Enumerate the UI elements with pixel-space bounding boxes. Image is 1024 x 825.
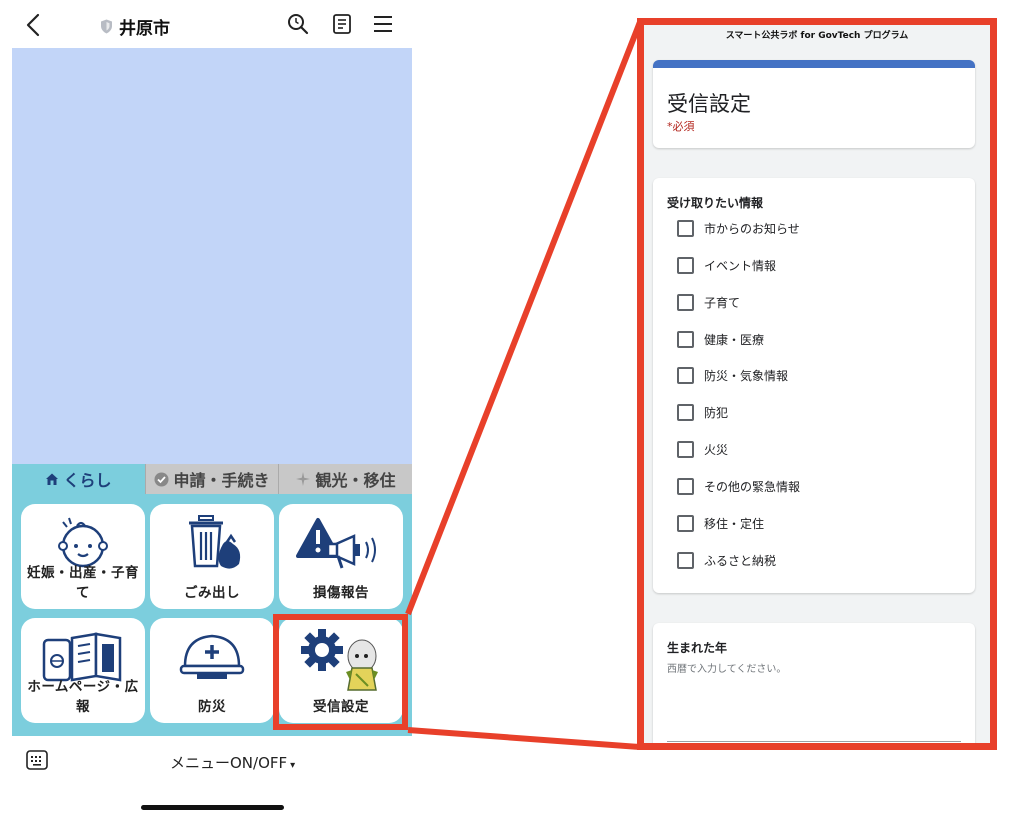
- form-title-card: 受信設定 *必須: [653, 60, 975, 148]
- checkbox[interactable]: [677, 478, 694, 495]
- checkbox-option[interactable]: 健康・医療: [677, 331, 764, 348]
- option-label: 火災: [704, 443, 729, 457]
- checkbox[interactable]: [677, 441, 694, 458]
- checkbox[interactable]: [677, 367, 694, 384]
- birth-year-input[interactable]: [667, 741, 961, 742]
- scroll-indicator: [749, 746, 877, 750]
- option-label: 市からのお知らせ: [704, 222, 800, 236]
- checkbox[interactable]: [677, 257, 694, 274]
- option-label: イベント情報: [704, 259, 777, 273]
- checkbox-option[interactable]: 移住・定住: [677, 515, 764, 532]
- checkbox-option[interactable]: ふるさと納税: [677, 552, 776, 569]
- question-title: 受け取りたい情報: [667, 196, 764, 210]
- checkbox-option[interactable]: イベント情報: [677, 257, 776, 274]
- checkbox[interactable]: [677, 294, 694, 311]
- checkbox[interactable]: [677, 331, 694, 348]
- option-label: 子育て: [704, 296, 741, 310]
- option-label: その他の緊急情報: [704, 480, 801, 494]
- checkbox[interactable]: [677, 515, 694, 532]
- option-label: 防災・気象情報: [704, 369, 789, 383]
- checkbox[interactable]: [677, 220, 694, 237]
- checkbox[interactable]: [677, 404, 694, 421]
- form-zoom-panel: スマート公共ラボ for GovTech プログラム 受信設定 *必須 受け取り…: [637, 18, 997, 750]
- birth-year-title: 生まれた年: [667, 641, 728, 655]
- birth-year-help: 西暦で入力してください。: [667, 664, 787, 675]
- program-header: スマート公共ラボ for GovTech プログラム: [725, 31, 909, 41]
- birth-year-card: 生まれた年 西暦で入力してください。: [653, 623, 975, 743]
- checkbox-option[interactable]: その他の緊急情報: [677, 478, 800, 495]
- checkbox[interactable]: [677, 552, 694, 569]
- checkbox-option[interactable]: 防災・気象情報: [677, 367, 788, 384]
- checkbox-option[interactable]: 防犯: [677, 404, 728, 421]
- option-label: 防犯: [704, 406, 729, 420]
- question-card: 受け取りたい情報 市からのお知らせ イベント情報 子育て 健康・医療 防災・気象…: [653, 178, 975, 593]
- checkbox-option[interactable]: 市からのお知らせ: [677, 220, 800, 237]
- form-title: 受信設定: [667, 92, 751, 116]
- option-label: ふるさと納税: [704, 554, 777, 568]
- option-label: 移住・定住: [704, 517, 765, 531]
- checkbox-option[interactable]: 子育て: [677, 294, 740, 311]
- option-label: 健康・医療: [704, 333, 765, 347]
- checkbox-option[interactable]: 火災: [677, 441, 728, 458]
- required-note: *必須: [667, 120, 695, 133]
